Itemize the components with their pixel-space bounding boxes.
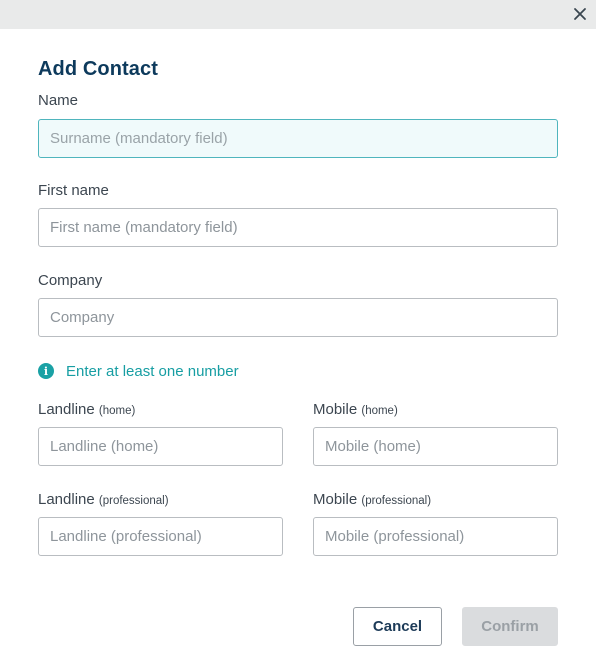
company-label: Company xyxy=(38,272,103,289)
phone-hint-text: Enter at least one number xyxy=(66,362,239,380)
landline-home-label: Landline (home) xyxy=(38,401,135,418)
confirm-button[interactable]: Confirm xyxy=(462,607,558,646)
first-name-label: First name xyxy=(38,182,109,199)
info-icon: i xyxy=(38,363,54,379)
close-icon xyxy=(574,8,586,20)
dialog-header-bar xyxy=(0,0,596,29)
landline-pro-input[interactable] xyxy=(38,517,283,556)
landline-pro-label: Landline (professional) xyxy=(38,491,169,508)
phone-hint: i Enter at least one number xyxy=(38,362,239,380)
mobile-home-input[interactable] xyxy=(313,427,558,466)
mobile-home-label-main: Mobile xyxy=(313,401,358,418)
landline-home-label-sub: (home) xyxy=(98,405,136,417)
mobile-pro-input[interactable] xyxy=(313,517,558,556)
surname-input[interactable] xyxy=(38,119,558,158)
landline-pro-label-main: Landline xyxy=(38,491,95,508)
mobile-home-label-sub: (home) xyxy=(361,405,398,417)
dialog-title: Add Contact xyxy=(38,58,158,80)
mobile-pro-label-sub: (professional) xyxy=(361,495,432,507)
landline-home-label-main: Landline xyxy=(38,401,95,418)
name-label: Name xyxy=(38,92,79,109)
first-name-input[interactable] xyxy=(38,208,558,247)
mobile-pro-label-main: Mobile xyxy=(313,491,358,508)
close-button[interactable] xyxy=(570,4,590,24)
cancel-button[interactable]: Cancel xyxy=(353,607,442,646)
landline-home-input[interactable] xyxy=(38,427,283,466)
mobile-pro-label: Mobile (professional) xyxy=(313,491,431,508)
landline-pro-label-sub: (professional) xyxy=(98,495,169,507)
company-input[interactable] xyxy=(38,298,558,337)
mobile-home-label: Mobile (home) xyxy=(313,401,398,418)
